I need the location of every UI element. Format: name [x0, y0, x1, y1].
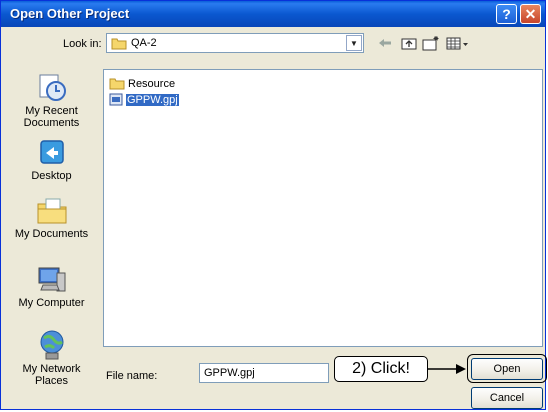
place-label: My Documents — [14, 228, 89, 240]
instruction-callout: 2) Click! — [334, 356, 428, 382]
network-places-icon — [40, 330, 63, 360]
folder-icon — [111, 38, 127, 50]
chevron-down-icon[interactable]: ▼ — [346, 35, 362, 51]
file-name: GPPW.gpj — [126, 93, 179, 106]
file-list[interactable]: Resource GPPW.gpj — [103, 69, 543, 347]
look-in-dropdown[interactable]: QA-2 ▼ — [106, 33, 364, 53]
cancel-button[interactable]: Cancel — [471, 387, 543, 409]
places-bar: My Recent Documents Desktop My Documents — [8, 61, 95, 403]
my-documents-icon — [37, 198, 66, 224]
open-project-dialog: Open Other Project ? ✕ Look in: QA-2 ▼ M… — [0, 0, 547, 410]
place-my-computer[interactable]: My Computer — [8, 265, 95, 309]
place-my-network-places[interactable]: My Network Places — [8, 329, 95, 387]
back-arrow-icon[interactable] — [375, 34, 395, 52]
new-folder-icon[interactable] — [421, 34, 441, 52]
views-menu-icon[interactable] — [445, 34, 471, 52]
arrow-right-icon — [428, 364, 466, 374]
look-in-value: QA-2 — [131, 37, 157, 49]
file-name-label: File name: — [106, 370, 158, 382]
title-bar[interactable]: Open Other Project ? ✕ — [1, 1, 545, 27]
desktop-icon — [39, 140, 64, 164]
place-label: My Computer — [18, 297, 85, 309]
folder-icon — [109, 78, 125, 90]
help-button[interactable]: ? — [496, 4, 517, 24]
my-computer-icon — [38, 267, 65, 292]
open-button[interactable]: Open — [471, 358, 543, 380]
place-label: My Network Places — [22, 363, 81, 387]
file-name: Resource — [128, 77, 176, 90]
file-name-input[interactable]: GPPW.gpj — [199, 363, 329, 383]
list-item[interactable]: Resource — [109, 76, 175, 91]
list-item[interactable]: GPPW.gpj — [109, 92, 179, 107]
place-desktop[interactable]: Desktop — [8, 138, 95, 182]
place-label: Desktop — [31, 170, 72, 182]
up-folder-icon[interactable] — [399, 34, 419, 52]
place-my-recent-documents[interactable]: My Recent Documents — [8, 71, 95, 129]
place-label: My Recent Documents — [23, 105, 80, 129]
close-button[interactable]: ✕ — [520, 4, 541, 24]
project-file-icon — [109, 93, 123, 106]
look-in-label: Look in: — [63, 38, 102, 50]
place-my-documents[interactable]: My Documents — [8, 194, 95, 240]
recent-documents-icon — [39, 74, 66, 101]
dialog-title: Open Other Project — [10, 6, 130, 21]
